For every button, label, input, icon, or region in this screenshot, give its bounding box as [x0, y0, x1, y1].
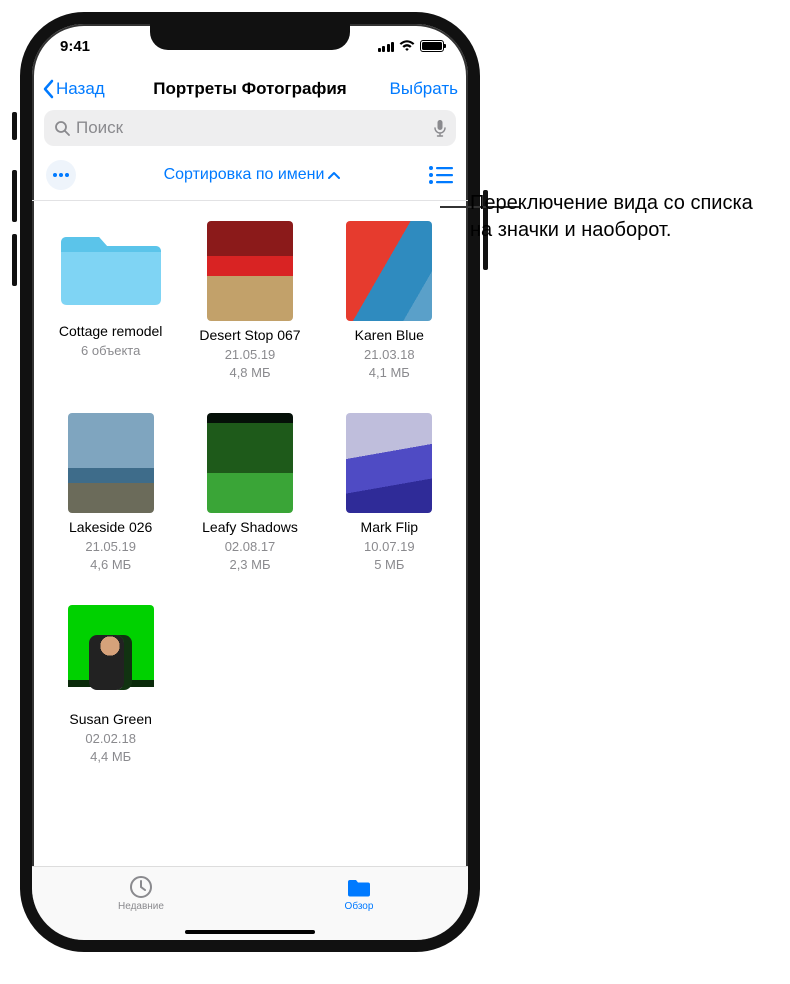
cellular-signal-icon — [378, 41, 395, 52]
item-size: 5 МБ — [323, 557, 456, 573]
sort-button[interactable]: Сортировка по имени — [84, 166, 420, 184]
callout-text: Переключение вида со списка на значки и … — [470, 190, 770, 244]
item-size: 4,4 МБ — [44, 749, 177, 765]
chevron-up-icon — [328, 171, 340, 179]
item-date: 02.08.17 — [183, 539, 316, 555]
item-date: 21.05.19 — [183, 347, 316, 363]
search-placeholder: Поиск — [76, 118, 123, 138]
item-name: Mark Flip — [323, 519, 456, 537]
folder-icon — [346, 875, 372, 899]
item-name: Susan Green — [44, 711, 177, 729]
more-icon — [52, 172, 70, 178]
grid-item-file[interactable]: Karen Blue 21.03.18 4,1 МБ — [323, 221, 456, 381]
item-name: Desert Stop 067 — [183, 327, 316, 345]
item-size: 4,1 МБ — [323, 365, 456, 381]
item-date: 21.05.19 — [44, 539, 177, 555]
item-date: 21.03.18 — [323, 347, 456, 363]
notch — [150, 24, 350, 50]
item-name: Karen Blue — [323, 327, 456, 345]
back-button[interactable]: Назад — [42, 79, 105, 99]
thumbnail — [346, 413, 432, 513]
grid-item-file[interactable]: Mark Flip 10.07.19 5 МБ — [323, 413, 456, 573]
file-grid: Cottage remodel 6 объекта Desert Stop 06… — [32, 201, 468, 765]
grid-item-file[interactable]: Desert Stop 067 21.05.19 4,8 МБ — [183, 221, 316, 381]
folder-icon — [55, 221, 167, 311]
search-field[interactable]: Поиск — [44, 110, 456, 146]
tab-label: Недавние — [118, 901, 164, 912]
item-size: 4,8 МБ — [183, 365, 316, 381]
item-meta: 6 объекта — [44, 343, 177, 359]
tab-bar: Недавние Обзор — [32, 866, 468, 940]
grid-item-file[interactable]: Lakeside 026 21.05.19 4,6 МБ — [44, 413, 177, 573]
search-icon — [54, 120, 70, 136]
item-name: Lakeside 026 — [44, 519, 177, 537]
item-name: Leafy Shadows — [183, 519, 316, 537]
clock-icon — [128, 875, 154, 899]
item-date: 10.07.19 — [323, 539, 456, 555]
thumbnail — [207, 413, 293, 513]
status-time: 9:41 — [60, 38, 90, 55]
thumbnail — [68, 605, 154, 705]
home-indicator[interactable] — [185, 930, 315, 935]
nav-bar: Назад Портреты Фотография Выбрать — [32, 68, 468, 110]
phone-frame: 9:41 Назад Портреты Фотография Выбрать П… — [20, 12, 480, 952]
thumbnail — [346, 221, 432, 321]
tab-label: Обзор — [345, 901, 374, 912]
more-button[interactable] — [46, 160, 76, 190]
item-name: Cottage remodel — [44, 323, 177, 341]
view-toggle-button[interactable] — [428, 165, 454, 185]
item-date: 02.02.18 — [44, 731, 177, 747]
chevron-left-icon — [42, 79, 54, 99]
grid-item-folder[interactable]: Cottage remodel 6 объекта — [44, 221, 177, 381]
sort-row: Сортировка по имени — [32, 154, 468, 201]
select-button[interactable]: Выбрать — [390, 79, 458, 99]
item-size: 4,6 МБ — [44, 557, 177, 573]
item-size: 2,3 МБ — [183, 557, 316, 573]
mic-icon[interactable] — [434, 119, 446, 137]
wifi-icon — [399, 40, 415, 52]
back-label: Назад — [56, 79, 105, 99]
thumbnail — [68, 413, 154, 513]
battery-icon — [420, 40, 444, 52]
grid-item-file[interactable]: Leafy Shadows 02.08.17 2,3 МБ — [183, 413, 316, 573]
thumbnail — [207, 221, 293, 321]
sort-label-text: Сортировка по имени — [164, 166, 325, 184]
grid-item-file[interactable]: Susan Green 02.02.18 4,4 МБ — [44, 605, 177, 765]
list-toggle-icon — [428, 165, 454, 185]
